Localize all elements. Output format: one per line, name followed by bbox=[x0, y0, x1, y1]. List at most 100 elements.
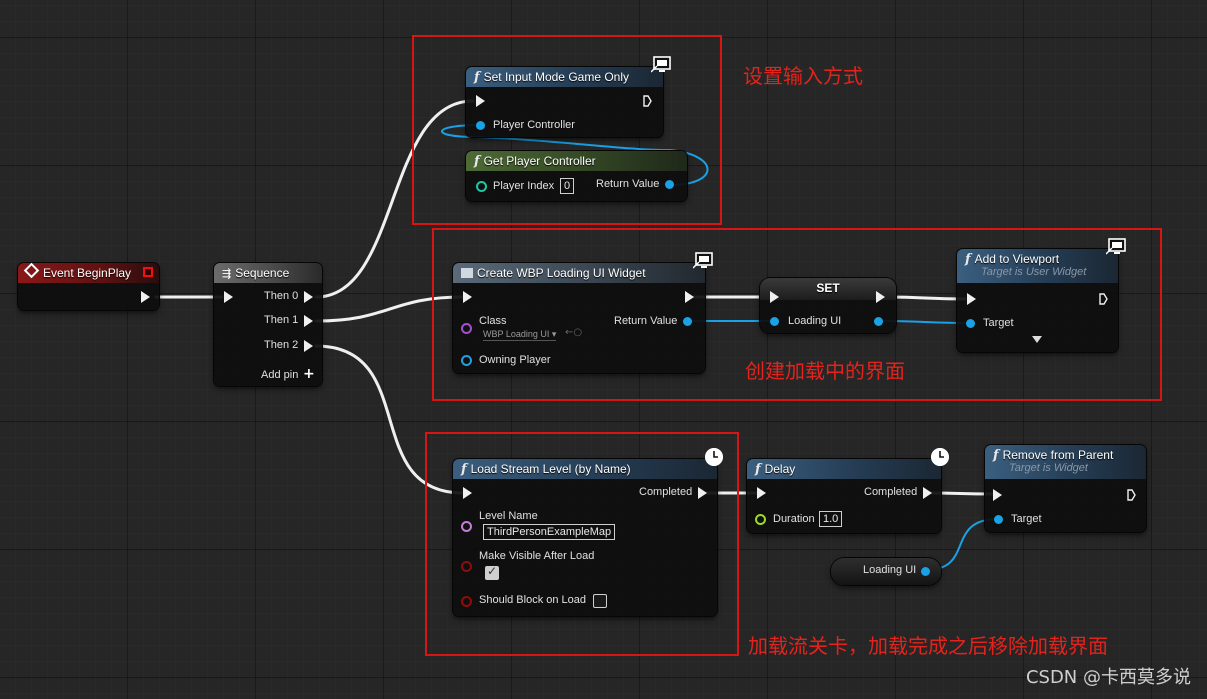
widget-icon bbox=[461, 268, 473, 278]
player-index-pin[interactable] bbox=[476, 181, 487, 192]
annotation-create-ui: 创建加载中的界面 bbox=[745, 359, 905, 383]
function-icon: f bbox=[474, 154, 480, 169]
completed-pin[interactable] bbox=[923, 487, 932, 499]
loading-ui-in-pin[interactable] bbox=[770, 317, 779, 326]
latent-clock-icon bbox=[931, 448, 949, 466]
node-create-widget[interactable]: Create WBP Loading UI Widget Class WBP L… bbox=[453, 263, 705, 373]
should-block-label: Should Block on Load bbox=[479, 594, 587, 606]
class-value: WBP Loading UI bbox=[483, 329, 550, 339]
latent-clock-icon bbox=[705, 448, 723, 466]
node-title: Delay bbox=[764, 462, 796, 476]
node-delay[interactable]: f Delay Completed Duration 1.0 bbox=[747, 459, 941, 533]
return-value-pin[interactable] bbox=[683, 317, 692, 326]
make-visible-checkbox[interactable]: ✓ bbox=[485, 564, 499, 580]
function-icon: f bbox=[474, 70, 480, 85]
class-pin[interactable] bbox=[461, 323, 472, 334]
exec-out-pin[interactable] bbox=[141, 291, 150, 303]
duration-pin[interactable] bbox=[755, 514, 766, 525]
node-set-loading-ui[interactable]: SET Loading UI bbox=[760, 278, 896, 333]
annotation-load-level: 加载流关卡，加载完成之后移除加载界面 bbox=[748, 634, 1108, 658]
target-label: Target bbox=[1011, 513, 1042, 525]
return-value-label: Return Value bbox=[614, 315, 678, 327]
delegate-pin-icon[interactable] bbox=[143, 267, 153, 277]
browse-arrow-icon[interactable]: ←○ bbox=[565, 327, 582, 338]
level-name-pin[interactable] bbox=[461, 521, 472, 532]
exec-in-pin[interactable] bbox=[224, 291, 233, 303]
then-1-label: Then 1 bbox=[264, 314, 299, 326]
make-visible-label: Make Visible After Load bbox=[479, 550, 595, 562]
level-name-input[interactable]: ThirdPersonExampleMap bbox=[483, 524, 616, 540]
then-0-pin[interactable] bbox=[304, 291, 313, 303]
node-title: Event BeginPlay bbox=[43, 266, 132, 280]
node-add-to-viewport[interactable]: f Add to Viewport Target is User Widget T… bbox=[957, 249, 1118, 352]
duration-input[interactable]: 1.0 bbox=[819, 511, 843, 527]
monitor-icon bbox=[651, 56, 671, 73]
node-subtitle: Target is Widget bbox=[1009, 462, 1088, 474]
exec-out-pin[interactable] bbox=[685, 291, 694, 303]
exec-out-pin[interactable] bbox=[1127, 489, 1136, 501]
return-value-pin[interactable] bbox=[665, 180, 674, 189]
duration-label: Duration bbox=[773, 513, 815, 525]
function-icon: f bbox=[755, 462, 761, 477]
annotation-set-input-mode: 设置输入方式 bbox=[743, 64, 863, 88]
monitor-icon bbox=[693, 252, 713, 269]
sequence-icon: ⇶ bbox=[222, 268, 232, 280]
exec-in-pin[interactable] bbox=[476, 95, 485, 107]
node-remove-from-parent[interactable]: f Remove from Parent Target is Widget Tar… bbox=[985, 445, 1146, 532]
monitor-icon bbox=[1106, 238, 1126, 255]
node-event-beginplay[interactable]: Event BeginPlay bbox=[18, 262, 159, 310]
event-diamond-icon bbox=[23, 262, 40, 279]
exec-in-pin[interactable] bbox=[757, 487, 766, 499]
loading-ui-getter-pin[interactable] bbox=[921, 567, 930, 576]
class-select[interactable]: WBP Loading UI ▾ bbox=[483, 329, 557, 341]
target-pin[interactable] bbox=[966, 319, 975, 328]
exec-in-pin[interactable] bbox=[463, 487, 472, 499]
node-set-input-mode[interactable]: f Set Input Mode Game Only Player Control… bbox=[466, 67, 663, 137]
node-title: Set Input Mode Game Only bbox=[483, 70, 629, 84]
then-0-label: Then 0 bbox=[264, 290, 299, 302]
node-title: Sequence bbox=[235, 266, 290, 280]
then-2-pin[interactable] bbox=[304, 340, 313, 352]
node-subtitle: Target is User Widget bbox=[981, 266, 1087, 278]
node-title: Remove from Parent bbox=[1002, 448, 1114, 462]
exec-in-pin[interactable] bbox=[993, 489, 1002, 501]
completed-label: Completed bbox=[639, 486, 693, 498]
watermark: CSDN @卡西莫多说 bbox=[1025, 667, 1191, 688]
completed-pin[interactable] bbox=[698, 487, 707, 499]
target-pin[interactable] bbox=[994, 515, 1003, 524]
should-block-checkbox[interactable] bbox=[593, 594, 607, 608]
class-label: Class bbox=[479, 315, 507, 327]
expand-arrow-icon[interactable] bbox=[1032, 336, 1042, 343]
then-1-pin[interactable] bbox=[304, 315, 313, 327]
then-2-label: Then 2 bbox=[264, 339, 299, 351]
completed-label: Completed bbox=[864, 486, 918, 498]
player-controller-pin[interactable] bbox=[476, 121, 485, 130]
exec-in-pin[interactable] bbox=[463, 291, 472, 303]
add-pin-button[interactable]: Add pin bbox=[261, 369, 298, 381]
node-loading-ui-getter[interactable]: Loading UI bbox=[831, 558, 941, 585]
node-sequence[interactable]: ⇶ Sequence Then 0 Then 1 Then 2 Add pin + bbox=[214, 263, 322, 386]
target-label: Target bbox=[983, 317, 1014, 329]
should-block-pin[interactable] bbox=[461, 596, 472, 607]
player-controller-label: Player Controller bbox=[493, 119, 575, 131]
node-title: Create WBP Loading UI Widget bbox=[477, 266, 646, 280]
loading-ui-out-pin[interactable] bbox=[874, 317, 883, 326]
exec-out-pin[interactable] bbox=[1099, 293, 1108, 305]
exec-out-pin[interactable] bbox=[643, 95, 652, 107]
owning-player-pin[interactable] bbox=[461, 355, 472, 366]
player-index-input[interactable]: 0 bbox=[560, 178, 575, 194]
exec-in-pin[interactable] bbox=[967, 293, 976, 305]
node-title: Get Player Controller bbox=[483, 154, 596, 168]
node-title: Add to Viewport bbox=[974, 252, 1060, 266]
level-name-label: Level Name bbox=[479, 510, 538, 522]
node-title: Load Stream Level (by Name) bbox=[470, 462, 631, 476]
make-visible-pin[interactable] bbox=[461, 561, 472, 572]
exec-in-pin[interactable] bbox=[770, 291, 779, 303]
owning-player-label: Owning Player bbox=[479, 354, 551, 366]
node-load-stream-level[interactable]: f Load Stream Level (by Name) Completed L… bbox=[453, 459, 717, 616]
plus-icon[interactable]: + bbox=[303, 366, 315, 382]
node-get-player-controller[interactable]: f Get Player Controller Player Index 0 Re… bbox=[466, 151, 687, 201]
exec-out-pin[interactable] bbox=[876, 291, 885, 303]
function-icon: f bbox=[993, 448, 999, 463]
return-value-label: Return Value bbox=[596, 178, 660, 190]
